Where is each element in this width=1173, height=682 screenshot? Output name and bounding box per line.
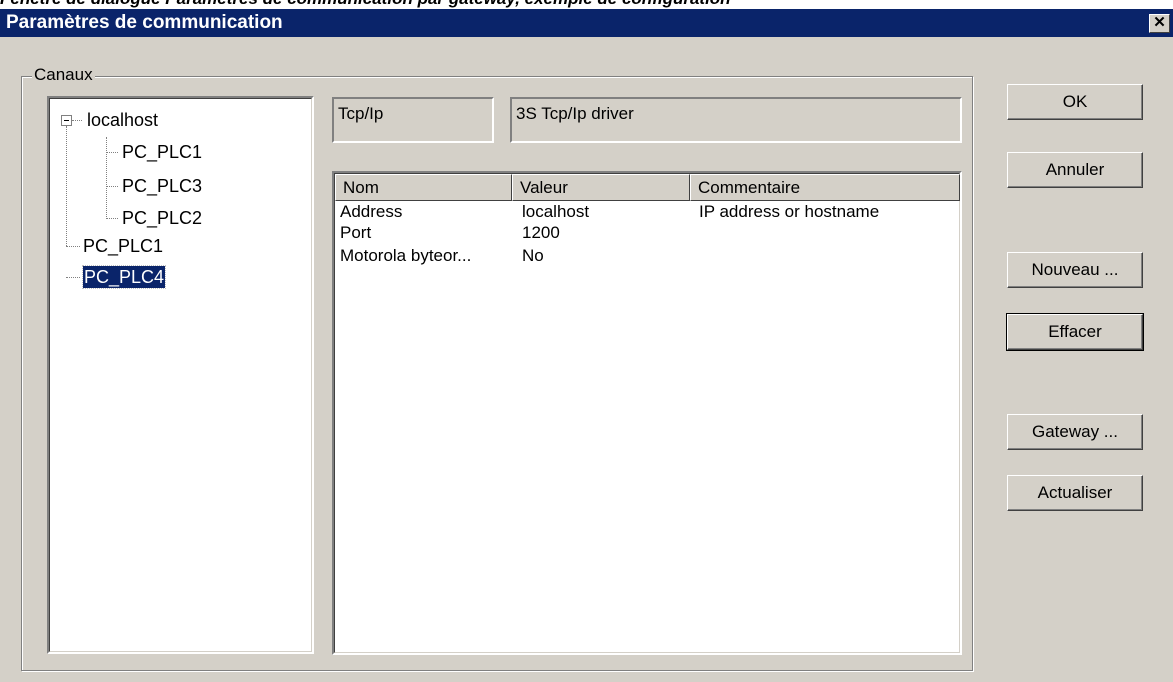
tree-node-pc-plc2[interactable]: PC_PLC2: [122, 207, 202, 229]
tree-connector-line: [66, 246, 80, 247]
tree-connector-line: [72, 120, 82, 121]
tree-node-pc-plc4-selected[interactable]: PC_PLC4: [81, 265, 167, 289]
communication-dialog: Paramètres de communication ✕ Canaux loc…: [0, 9, 1173, 682]
gateway-button[interactable]: Gateway ...: [1007, 414, 1143, 450]
figure-caption: Fenêtre de dialogue Paramètres de commun…: [0, 0, 1173, 9]
tree-node-localhost[interactable]: localhost: [87, 109, 158, 131]
title-bar[interactable]: Paramètres de communication ✕: [0, 9, 1173, 37]
tree-node-pc-plc1-child[interactable]: PC_PLC1: [122, 141, 202, 163]
ok-button[interactable]: OK: [1007, 84, 1143, 120]
row-value-cell[interactable]: 1200: [522, 223, 560, 243]
tree-connector-line: [106, 152, 118, 153]
close-button[interactable]: ✕: [1149, 14, 1170, 33]
row-name-cell[interactable]: Port: [340, 223, 371, 243]
window-title: Paramètres de communication: [6, 12, 283, 33]
channels-tree[interactable]: localhost PC_PLC1 PC_PLC3 PC_PLC2 PC_PLC…: [47, 96, 314, 654]
row-name-cell[interactable]: Address: [340, 202, 402, 222]
cancel-button[interactable]: Annuler: [1007, 152, 1143, 188]
row-comment-cell[interactable]: IP address or hostname: [699, 202, 879, 222]
column-header-nom[interactable]: Nom: [335, 174, 512, 201]
tree-connector-line: [66, 126, 67, 246]
row-value-cell[interactable]: No: [522, 246, 544, 266]
tree-node-pc-plc3[interactable]: PC_PLC3: [122, 175, 202, 197]
refresh-button[interactable]: Actualiser: [1007, 475, 1143, 511]
column-header-commentaire[interactable]: Commentaire: [690, 174, 960, 201]
delete-button[interactable]: Effacer: [1006, 313, 1144, 351]
tree-connector-line: [106, 218, 118, 219]
row-name-cell[interactable]: Motorola byteor...: [340, 246, 471, 266]
tree-connector-line: [106, 186, 118, 187]
driver-name-field: 3S Tcp/Ip driver: [510, 97, 962, 143]
new-button[interactable]: Nouveau ...: [1007, 252, 1143, 288]
column-header-valeur[interactable]: Valeur: [512, 174, 690, 201]
tree-node-pc-plc1[interactable]: PC_PLC1: [83, 235, 163, 257]
collapse-toggle-icon[interactable]: [61, 115, 72, 126]
parameters-list[interactable]: Nom Valeur Commentaire Address localhost…: [332, 171, 962, 655]
channels-label: Canaux: [32, 65, 95, 85]
tree-connector-line: [66, 277, 80, 278]
tree-connector-line: [106, 137, 107, 219]
protocol-field: Tcp/Ip: [332, 97, 494, 143]
row-value-cell[interactable]: localhost: [522, 202, 589, 222]
